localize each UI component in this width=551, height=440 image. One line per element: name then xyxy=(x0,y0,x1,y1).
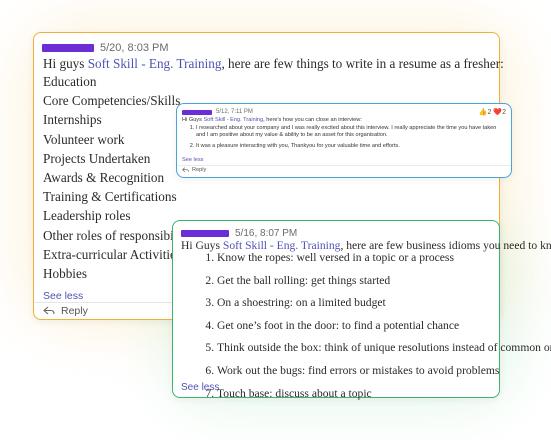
reply-label: Reply xyxy=(61,305,88,317)
list-item: Awards & Recognition xyxy=(43,169,165,185)
message-body: Hi Guys Soft Skill - Eng. Training, here… xyxy=(182,117,505,153)
list-item: Touch base: discuss about a topic xyxy=(217,386,551,409)
intro-prefix: Hi guys xyxy=(43,56,88,71)
reply-button[interactable]: Reply xyxy=(182,167,206,173)
list-item: I researched about your company and I wa… xyxy=(196,125,505,140)
list-item: Volunteer work xyxy=(43,131,125,147)
timestamp: 5/16, 8:07 PM xyxy=(235,228,298,239)
intro-prefix: Hi Guys xyxy=(182,117,204,123)
list-item: Get the ball rolling: get things started xyxy=(217,273,551,296)
sender-name-redacted xyxy=(181,230,229,237)
message-card-idioms: 5/16, 8:07 PM Hi Guys Soft Skill - Eng. … xyxy=(172,220,551,400)
resume-items-list: Education Core Competencies/Skills Inter… xyxy=(43,72,191,283)
list-item: Get one’s foot in the door: to find a po… xyxy=(217,318,551,341)
see-less-link[interactable]: See less xyxy=(181,382,219,393)
mention-link[interactable]: Soft Skill - Eng. Training xyxy=(203,117,263,123)
reply-arrow-icon xyxy=(43,306,55,315)
list-item: Education xyxy=(43,74,97,89)
message-header: 5/20, 8:03 PM xyxy=(42,42,169,54)
message-card-interview: 5/12, 7:11 PM 👍2 ❤️2 Hi Guys Soft Skill … xyxy=(176,103,512,178)
message-header: 5/16, 8:07 PM xyxy=(181,228,297,239)
sender-name-redacted xyxy=(182,109,212,115)
list-item: On a shoestring: on a limited budget xyxy=(217,295,551,318)
list-item: Hobbies xyxy=(43,265,87,281)
list-item: Internships xyxy=(43,112,102,128)
list-item: Core Competencies/Skills xyxy=(43,93,181,109)
list-item: Work out the bugs: find errors or mistak… xyxy=(217,363,551,386)
sender-name-redacted xyxy=(42,44,94,52)
list-item: Think outside the box: think of unique r… xyxy=(217,340,551,363)
divider xyxy=(177,165,511,166)
timestamp: 5/12, 7:11 PM xyxy=(216,109,253,115)
list-item: Extra-curricular Activities xyxy=(43,246,182,262)
list-item: Know the ropes: well versed in a topic o… xyxy=(217,250,551,273)
list-item: Leadership roles xyxy=(43,208,131,224)
list-item: It was a pleasure interacting with you, … xyxy=(196,143,505,151)
see-less-link[interactable]: See less xyxy=(182,157,203,163)
reply-arrow-icon xyxy=(182,167,189,173)
list-item: Other roles of responsibility xyxy=(43,227,192,243)
see-less-link[interactable]: See less xyxy=(43,290,83,302)
message-header: 5/12, 7:11 PM xyxy=(182,109,253,115)
reactions-badge[interactable]: 👍2 ❤️2 xyxy=(479,108,506,116)
idioms-list: Know the ropes: well versed in a topic o… xyxy=(181,250,551,408)
list-item: Projects Undertaken xyxy=(43,150,151,166)
interview-tips-list: I researched about your company and I wa… xyxy=(182,125,505,151)
intro-suffix: , here's how you can close an interview: xyxy=(263,117,362,123)
mention-link[interactable]: Soft Skill - Eng. Training xyxy=(88,56,222,71)
list-item: Training & Certifications xyxy=(43,189,177,205)
reply-label: Reply xyxy=(192,167,207,173)
reply-button[interactable]: Reply xyxy=(43,305,88,317)
message-intro: Hi Guys Soft Skill - Eng. Training, here… xyxy=(182,117,505,125)
timestamp: 5/20, 8:03 PM xyxy=(100,42,169,54)
message-intro: Hi guys Soft Skill - Eng. Training, here… xyxy=(43,56,504,72)
intro-suffix: , here are few things to write in a resu… xyxy=(221,56,504,71)
